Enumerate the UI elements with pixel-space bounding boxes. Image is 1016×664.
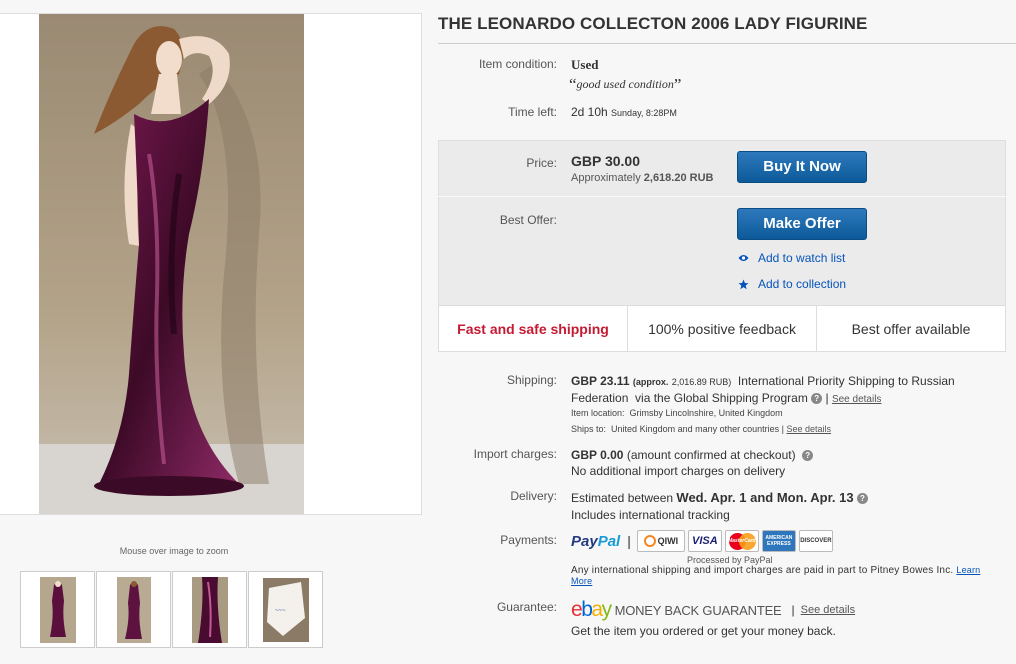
guarantee-note: Get the item you ordered or get your mon… xyxy=(571,624,836,638)
thumbnail-3[interactable] xyxy=(172,571,247,648)
payment-separator: | xyxy=(627,533,631,549)
add-to-watch-list-label: Add to watch list xyxy=(758,251,846,265)
shipping-via: via the Global Shipping Program xyxy=(635,391,808,405)
thumbnail-strip: ~~~ xyxy=(20,571,323,648)
import-charges-note: No additional import charges on delivery xyxy=(571,464,786,478)
money-back-guarantee: ebay MONEY BACK GUARANTEE | See details xyxy=(571,598,855,622)
delivery-help-icon[interactable]: ? xyxy=(856,493,868,504)
time-left-value: 2d 10h Sunday, 8:28PM xyxy=(571,105,677,119)
item-location-label: Item location: xyxy=(571,408,625,418)
delivery-label: Delivery: xyxy=(510,489,557,503)
item-location: Item location: Grimsby Lincolnshire, Uni… xyxy=(571,408,783,418)
price-approx-prefix: Approximately xyxy=(571,172,641,184)
import-charges-details: GBP 0.00 (amount confirmed at checkout) … xyxy=(571,447,814,479)
price-label: Price: xyxy=(526,156,557,170)
eye-icon xyxy=(738,254,749,262)
import-charges-value: GBP 0.00 xyxy=(571,448,624,462)
make-offer-button[interactable]: Make Offer xyxy=(737,208,867,240)
shipping-approx-value: 2,016.89 RUB) xyxy=(671,377,732,387)
condition-note: “good used condition” xyxy=(569,75,681,95)
shipping-see-details-link[interactable]: See details xyxy=(832,394,881,405)
zoom-hint: Mouse over image to zoom xyxy=(119,546,229,556)
import-help-icon[interactable]: ? xyxy=(802,450,814,461)
discover-logo: DISCOVER xyxy=(798,530,833,552)
shipping-details: GBP 23.11 (approx. 2,016.89 RUB) Interna… xyxy=(571,374,955,405)
best-offer-label: Best Offer: xyxy=(499,213,557,227)
ships-to-value: United Kingdom and many other countries xyxy=(611,424,780,434)
time-left-label: Time left: xyxy=(508,105,557,119)
star-icon xyxy=(738,279,749,290)
processed-by-paypal: Processed by PayPal xyxy=(687,555,773,565)
guarantee-label: Guarantee: xyxy=(496,600,557,614)
main-image-viewer[interactable] xyxy=(0,13,422,515)
buy-it-now-button[interactable]: Buy It Now xyxy=(737,151,867,183)
time-left-end: Sunday, 8:28PM xyxy=(611,108,677,118)
badge-positive-feedback: 100% positive feedback xyxy=(628,306,817,351)
close-quote-icon: ” xyxy=(673,75,682,94)
thumbnail-1[interactable] xyxy=(20,571,95,648)
shipping-label: Shipping: xyxy=(506,373,557,387)
condition-label: Item condition: xyxy=(478,57,557,71)
time-left-remaining: 2d 10h xyxy=(571,105,608,119)
main-product-image[interactable] xyxy=(39,14,304,514)
delivery-tracking: Includes international tracking xyxy=(571,508,730,522)
import-charges-value-note: (amount confirmed at checkout) xyxy=(626,448,796,462)
paypal-logo: PayPal xyxy=(571,532,621,550)
ships-to: Ships to: United Kingdom and many other … xyxy=(571,424,832,434)
open-quote-icon: “ xyxy=(569,75,577,94)
mastercard-logo: MasterCard xyxy=(724,530,759,552)
buy-box-divider xyxy=(438,196,1006,197)
thumbnail-4[interactable]: ~~~ xyxy=(248,571,323,648)
add-to-collection-label: Add to collection xyxy=(758,277,847,291)
ships-to-label: Ships to: xyxy=(571,424,607,434)
condition-value: Used xyxy=(571,57,599,72)
ebay-logo: ebay xyxy=(571,598,612,621)
price-approx: Approximately 2,618.20 RUB xyxy=(571,172,713,184)
import-charges-label: Import charges: xyxy=(473,447,557,461)
qiwi-logo: QIWI xyxy=(636,530,685,552)
price-value: GBP 30.00 xyxy=(571,153,641,169)
add-to-collection-link[interactable]: Add to collection xyxy=(738,277,846,291)
shipping-cost: GBP 23.11 xyxy=(571,374,630,388)
international-charges-text: Any international shipping and import ch… xyxy=(571,565,954,576)
badge-best-offer: Best offer available xyxy=(851,320,971,337)
international-charges-note: Any international shipping and import ch… xyxy=(571,565,991,587)
guarantee-see-details-link[interactable]: See details xyxy=(801,604,855,616)
delivery-details: Estimated between Wed. Apr. 1 and Mon. A… xyxy=(571,489,868,523)
visa-logo: VISA xyxy=(687,530,722,552)
item-location-value: Grimsby Lincolnshire, United Kingdom xyxy=(629,408,783,418)
payments-label: Payments: xyxy=(500,533,557,547)
seller-badges: Fast and safe shipping 100% positive fee… xyxy=(439,305,1005,351)
guarantee-separator: | xyxy=(791,603,795,617)
amex-logo: AMERICAN EXPRESS xyxy=(761,530,796,552)
payment-methods: PayPal | QIWI VISA MasterCard AMERICAN E… xyxy=(571,530,833,552)
listing-title: THE LEONARDO COLLECTON 2006 LADY FIGURIN… xyxy=(438,14,1016,44)
delivery-prefix: Estimated between xyxy=(571,491,674,505)
svg-text:~~~: ~~~ xyxy=(275,608,286,614)
ships-to-see-details-link[interactable]: See details xyxy=(787,424,832,434)
money-back-guarantee-text: MONEY BACK GUARANTEE xyxy=(614,602,782,618)
shipping-help-icon[interactable]: ? xyxy=(811,393,823,404)
add-to-watch-list-link[interactable]: Add to watch list xyxy=(738,251,845,265)
thumbnail-2[interactable] xyxy=(96,571,171,648)
badge-fast-shipping: Fast and safe shipping xyxy=(439,306,628,351)
shipping-approx-prefix: (approx. xyxy=(632,377,669,387)
delivery-range: Wed. Apr. 1 and Mon. Apr. 13 xyxy=(676,490,854,505)
condition-note-text: good used condition xyxy=(576,77,674,91)
price-approx-value: 2,618.20 RUB xyxy=(643,172,714,184)
